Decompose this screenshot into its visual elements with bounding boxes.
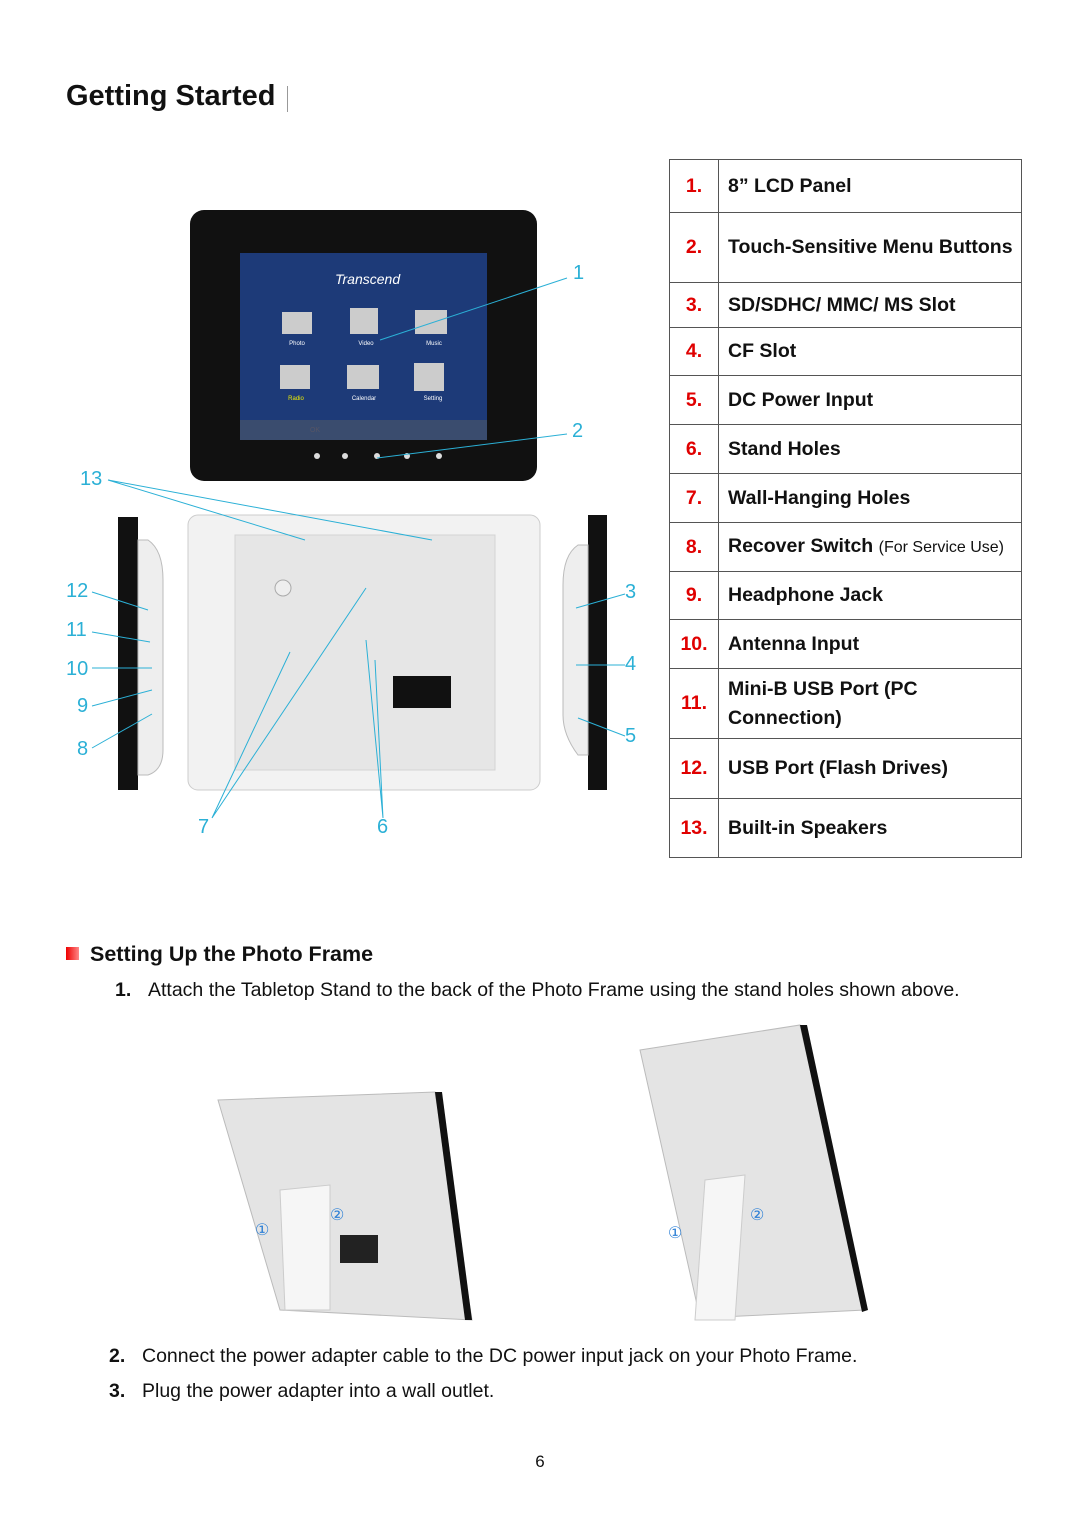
callout-12: 12 [66,580,88,602]
table-row: 5. DC Power Input [669,375,1022,425]
section-heading: Setting Up the Photo Frame [66,942,373,967]
step-mark: ① [255,1222,269,1239]
callout-8: 8 [77,738,88,760]
tabletop-stand [279,1184,331,1311]
step-3: 3. Plug the power adapter into a wall out… [109,1380,495,1402]
step-1: 1. Attach the Tabletop Stand to the back … [115,979,960,1001]
screen-icon-label: Radio [288,396,304,402]
parts-diagram: Transcend Photo Video Music Radio Calend… [66,210,636,838]
bullet-square-icon [66,947,79,960]
page-title: Getting Started [66,80,276,112]
parts-table: 1. 8” LCD Panel 2. Touch-Sensitive Menu Bu… [669,159,1022,858]
table-row: 4. CF Slot [669,327,1022,376]
callout-3: 3 [625,581,636,603]
step-mark: ① [668,1225,682,1242]
table-row: 2. Touch-Sensitive Menu Buttons [669,212,1022,283]
callout-13: 13 [80,468,102,490]
callout-10: 10 [66,658,88,680]
svg-text:OK: OK [310,427,320,434]
callout-5: 5 [625,725,636,747]
table-row: 7. Wall-Hanging Holes [669,473,1022,523]
step-2: 2. Connect the power adapter cable to the… [109,1345,858,1367]
step-mark: ② [330,1207,344,1224]
stand-illustration: ① ② ① ② [217,1024,868,1321]
callout-7: 7 [198,816,209,838]
screen-icon-label: Music [426,341,442,347]
callout-2: 2 [572,420,583,442]
table-row: 1. 8” LCD Panel [669,159,1022,213]
callout-1: 1 [573,262,584,284]
table-row: 12. USB Port (Flash Drives) [669,738,1022,799]
callout-4: 4 [625,653,636,675]
brand-logo: Transcend [335,271,401,287]
frame-back-left [217,1091,473,1321]
product-label [393,676,451,708]
table-row: 6. Stand Holes [669,424,1022,474]
screen-icon-label: Calendar [352,396,376,402]
table-row: 11. Mini-B USB Port (PC Connection) [669,668,1022,739]
step-mark: ② [750,1207,764,1224]
page-number: 6 [535,1452,545,1471]
left-side-view [118,517,138,790]
table-row: 3. SD/SDHC/ MMC/ MS Slot [669,282,1022,328]
screen-icon-label: Setting [424,396,443,402]
table-row: 13. Built-in Speakers [669,798,1022,858]
table-row: 9. Headphone Jack [669,571,1022,620]
title-divider [287,86,288,112]
screen-icon-label: Video [358,341,374,347]
table-row: 10. Antenna Input [669,619,1022,669]
frame-back-right [639,1024,866,1319]
callout-6: 6 [377,816,388,838]
callout-11: 11 [66,619,87,641]
right-side-view [588,515,607,790]
callout-9: 9 [77,695,88,717]
screen-icon-label: Photo [289,341,305,347]
table-row: 8. Recover Switch (For Service Use) [669,522,1022,572]
